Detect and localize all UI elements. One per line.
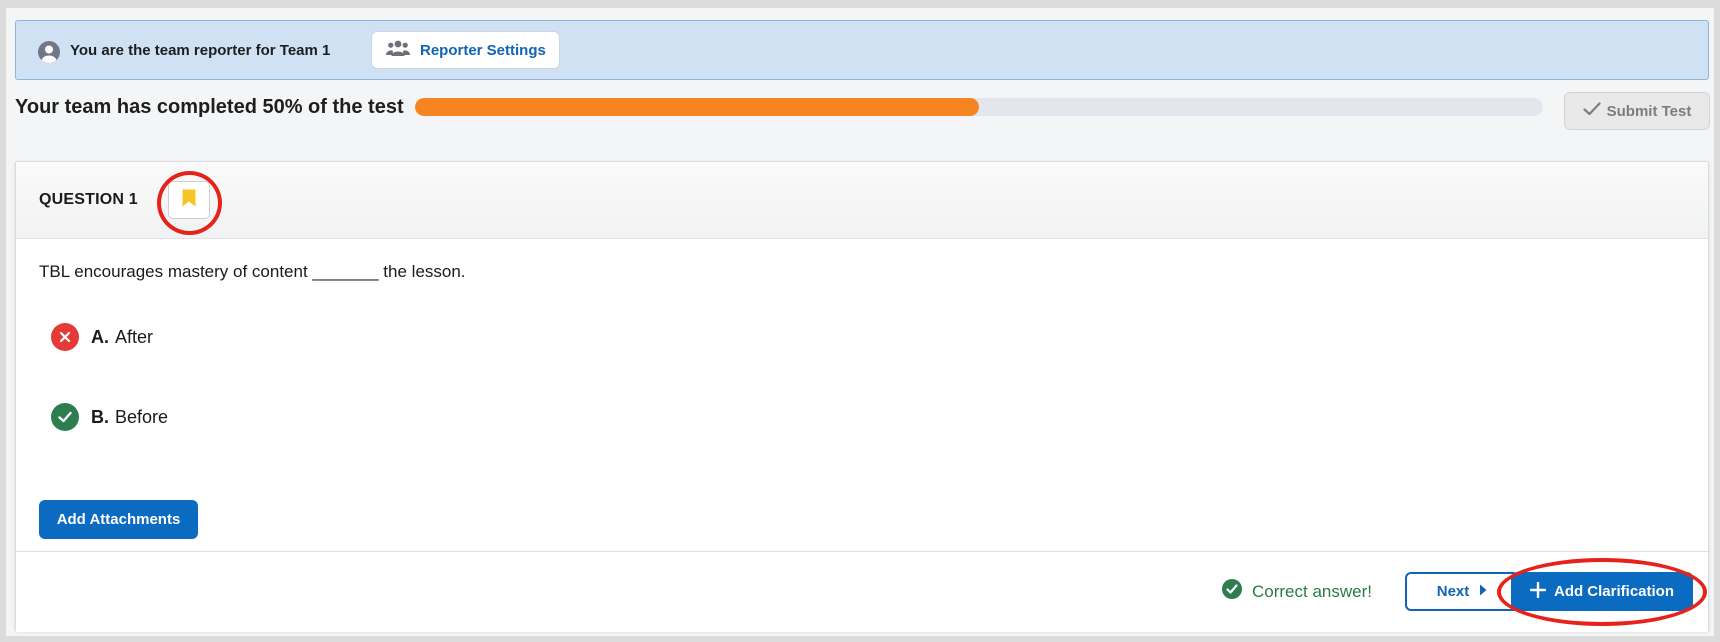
user-circle-icon	[38, 41, 60, 63]
question-card: QUESTION 1 TBL encourages mastery of con…	[15, 161, 1709, 632]
caret-right-icon	[1479, 583, 1487, 600]
progress-bar-fill	[415, 98, 979, 116]
check-circle-icon	[1222, 579, 1242, 604]
submit-test-label: Submit Test	[1606, 102, 1692, 120]
bookmark-icon	[182, 189, 196, 212]
bookmark-button[interactable]	[168, 181, 210, 219]
x-circle-icon	[51, 323, 79, 351]
correct-answer-message: Correct answer!	[1222, 579, 1372, 604]
submit-test-button[interactable]: Submit Test	[1564, 92, 1710, 130]
reporter-settings-button[interactable]: Reporter Settings	[371, 31, 560, 69]
option-a: A. After	[51, 323, 153, 351]
check-icon	[1583, 102, 1601, 120]
next-button[interactable]: Next	[1405, 572, 1519, 611]
add-attachments-button[interactable]: Add Attachments	[39, 500, 198, 539]
reporter-banner: You are the team reporter for Team 1 Rep…	[15, 20, 1709, 80]
add-clarification-button[interactable]: Add Clarification	[1511, 572, 1693, 611]
check-circle-icon	[51, 403, 79, 431]
reporter-settings-label: Reporter Settings	[420, 41, 546, 59]
option-letter: B.	[91, 406, 109, 427]
progress-text: Your team has completed 50% of the test	[15, 96, 404, 118]
question-text: TBL encourages mastery of content ______…	[39, 262, 466, 281]
page-frame: You are the team reporter for Team 1 Rep…	[6, 8, 1714, 636]
option-text: After	[115, 326, 154, 347]
option-letter: A.	[91, 326, 109, 347]
next-label: Next	[1436, 583, 1470, 600]
users-icon	[386, 39, 410, 62]
option-b: B. Before	[51, 403, 168, 431]
question-title: QUESTION 1	[39, 191, 138, 208]
add-clarification-label: Add Clarification	[1553, 583, 1674, 600]
question-header: QUESTION 1	[16, 162, 1708, 239]
correct-answer-text: Correct answer!	[1252, 581, 1372, 601]
question-footer: Correct answer! Next Add Clarification	[16, 551, 1708, 632]
option-text: Before	[115, 406, 169, 427]
reporter-status-text: You are the team reporter for Team 1	[70, 42, 331, 59]
plus-icon	[1529, 581, 1547, 602]
progress-bar	[415, 98, 1543, 116]
